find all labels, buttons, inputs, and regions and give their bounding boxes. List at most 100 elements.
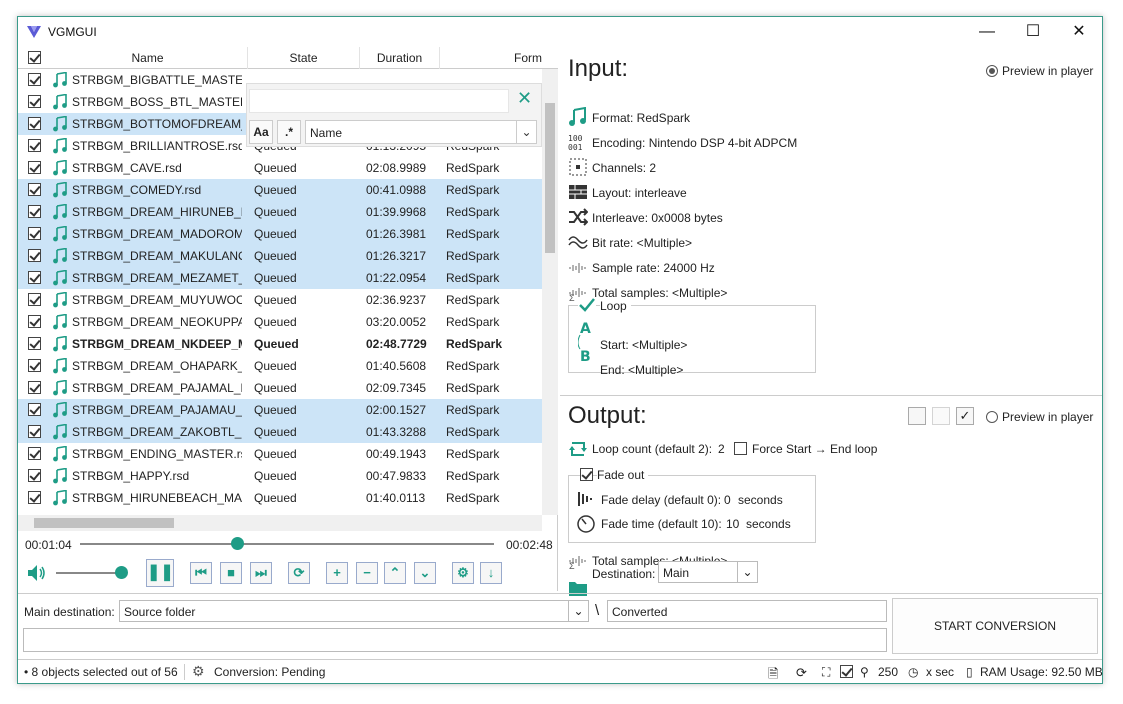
auto-checkbox[interactable] <box>840 665 853 678</box>
minimize-button[interactable]: — <box>964 17 1010 47</box>
volume-track[interactable] <box>56 572 122 574</box>
loop-button[interactable]: ⟳ <box>288 562 310 584</box>
download-button[interactable]: ↓ <box>480 562 502 584</box>
file-icon[interactable]: 🗎 <box>768 665 778 687</box>
filter-text-input[interactable] <box>249 89 509 113</box>
next-button[interactable]: ⏭ <box>250 562 272 584</box>
cell-duration: 01:22.0954 <box>366 271 427 285</box>
settings-button[interactable]: ⚙ <box>452 562 474 584</box>
seek-track[interactable] <box>80 543 494 545</box>
add-button[interactable]: + <box>326 562 348 584</box>
conversion-status: Conversion: Pending <box>214 665 326 679</box>
select-all-checkbox[interactable] <box>28 51 41 64</box>
command-input[interactable] <box>23 628 887 652</box>
row-checkbox[interactable] <box>28 315 41 328</box>
table-row[interactable]: STRBGM_DREAM_ZAKOBTL_MASTER.rsd Queued 01:… <box>18 421 542 443</box>
table-row[interactable]: STRBGM_HAPPY.rsd Queued 00:47.9833 RedSpark <box>18 465 542 487</box>
scrollbar-thumb[interactable] <box>545 103 555 253</box>
subfolder-input[interactable]: Converted <box>607 600 887 622</box>
destination-select[interactable]: Main ⌄ <box>658 561 758 583</box>
table-row[interactable]: STRBGM_DREAM_HIRUNEB_MASTER.rsd Queued 01:… <box>18 201 542 223</box>
row-checkbox[interactable] <box>28 337 41 350</box>
stop-button[interactable]: ■ <box>220 562 242 584</box>
table-row[interactable]: STRBGM_DREAM_NEOKUPPA_MASTER.rsd Queued 03… <box>18 311 542 333</box>
copy-icon[interactable] <box>908 407 926 425</box>
previous-button[interactable]: ⏮ <box>190 562 212 584</box>
cell-name: STRBGM_DREAM_PAJAMAL_MASTER.rsd <box>72 381 242 395</box>
volume-knob[interactable] <box>115 566 128 579</box>
input-preview-radio[interactable] <box>986 65 998 77</box>
scrollbar-thumb[interactable] <box>34 518 174 528</box>
row-checkbox[interactable] <box>28 469 41 482</box>
row-checkbox[interactable] <box>28 205 41 218</box>
remove-button[interactable]: − <box>356 562 378 584</box>
close-button[interactable]: ✕ <box>1056 17 1102 47</box>
row-checkbox[interactable] <box>28 425 41 438</box>
row-checkbox[interactable] <box>28 249 41 262</box>
table-row[interactable]: STRBGM_DREAM_MADOROMI_MASTER.rsd Queued 01… <box>18 223 542 245</box>
row-checkbox[interactable] <box>28 359 41 372</box>
table-row[interactable]: STRBGM_DREAM_MAKULANO_MASTER.rsd Queued 01… <box>18 245 542 267</box>
table-row[interactable]: STRBGM_DREAM_PAJAMAL_MASTER.rsd Queued 02:… <box>18 377 542 399</box>
row-checkbox[interactable] <box>28 447 41 460</box>
filter-field-select[interactable]: Name ⌄ <box>305 120 537 144</box>
apply-check-icon[interactable]: ✓ <box>956 407 974 425</box>
chevron-down-icon: ⌄ <box>568 601 588 621</box>
row-checkbox[interactable] <box>28 183 41 196</box>
column-state[interactable]: State <box>248 47 360 69</box>
table-row[interactable]: STRBGM_DREAM_MUYUWOOD_MASTER.rsd Queued 02… <box>18 289 542 311</box>
main-destination-select[interactable]: Source folder ⌄ <box>119 600 589 622</box>
row-checkbox[interactable] <box>28 491 41 504</box>
output-preview-radio[interactable] <box>986 411 998 423</box>
match-case-button[interactable]: Aa <box>249 120 273 144</box>
pause-button[interactable]: ❚❚ <box>146 559 174 587</box>
row-checkbox[interactable] <box>28 139 41 152</box>
force-loop-checkbox[interactable] <box>734 442 747 455</box>
cell-state: Queued <box>254 337 299 351</box>
loopcount-label: Loop count (default 2): <box>592 442 713 456</box>
move-up-button[interactable]: ⌃ <box>384 562 406 584</box>
zoom-value[interactable]: 250 <box>878 665 898 679</box>
column-name[interactable]: Name <box>48 47 248 69</box>
table-row[interactable]: STRBGM_ENDING_MASTER.rsd Queued 00:49.1943… <box>18 443 542 465</box>
filter-close-icon[interactable]: ✕ <box>517 88 532 109</box>
refresh-icon[interactable]: ⟳ <box>796 665 807 681</box>
row-checkbox[interactable] <box>28 227 41 240</box>
row-checkbox[interactable] <box>28 161 41 174</box>
row-checkbox[interactable] <box>28 73 41 86</box>
fadedelay-value[interactable]: 0 <box>724 493 731 507</box>
table-row[interactable]: STRBGM_COMEDY.rsd Queued 00:41.0988 RedSpar… <box>18 179 542 201</box>
volume-icon[interactable] <box>26 563 48 583</box>
column-format[interactable]: Form <box>440 47 542 69</box>
maximize-button[interactable]: ☐ <box>1010 17 1056 47</box>
regex-button[interactable]: .* <box>277 120 301 144</box>
fit-icon[interactable]: ⛶ <box>822 665 830 680</box>
start-conversion-button[interactable]: START CONVERSION <box>892 598 1098 654</box>
force-loop-label: Force Start → End loop <box>752 442 878 456</box>
seek-knob[interactable] <box>231 537 245 550</box>
table-row[interactable]: STRBGM_DREAM_PAJAMAU_MASTER.rsd Queued 02:… <box>18 399 542 421</box>
loopcount-value[interactable]: 2 <box>718 442 725 456</box>
row-checkbox[interactable] <box>28 403 41 416</box>
row-checkbox[interactable] <box>28 95 41 108</box>
row-checkbox[interactable] <box>28 271 41 284</box>
chevron-down-icon: ⌄ <box>516 121 536 143</box>
row-checkbox[interactable] <box>28 381 41 394</box>
table-row[interactable]: STRBGM_DREAM_NKDEEP_MASTER.rsd Queued 02:4… <box>18 333 542 355</box>
table-row[interactable]: STRBGM_DREAM_MEZAMET_MASTER.rsd Queued 01:… <box>18 267 542 289</box>
paste-icon[interactable] <box>932 407 950 425</box>
fadeout-checkbox[interactable] <box>580 468 593 481</box>
filter-panel: ✕ Aa .* Name ⌄ <box>246 83 542 147</box>
cell-name: STRBGM_CAVE.rsd <box>72 161 182 175</box>
table-row[interactable]: STRBGM_HIRUNEBEACH_MASTER.rsd Queued 01:40… <box>18 487 542 509</box>
music-note-icon <box>53 160 67 176</box>
row-checkbox[interactable] <box>28 293 41 306</box>
table-row[interactable]: STRBGM_DREAM_OHAPARK_MASTER.rsd Queued 01:… <box>18 355 542 377</box>
table-row[interactable]: STRBGM_CAVE.rsd Queued 02:08.9989 RedSpark <box>18 157 542 179</box>
vertical-scrollbar[interactable] <box>542 69 558 515</box>
row-checkbox[interactable] <box>28 117 41 130</box>
fadetime-value[interactable]: 10 <box>726 517 739 531</box>
horizontal-scrollbar[interactable] <box>18 515 542 531</box>
move-down-button[interactable]: ⌄ <box>414 562 436 584</box>
column-duration[interactable]: Duration <box>360 47 440 69</box>
